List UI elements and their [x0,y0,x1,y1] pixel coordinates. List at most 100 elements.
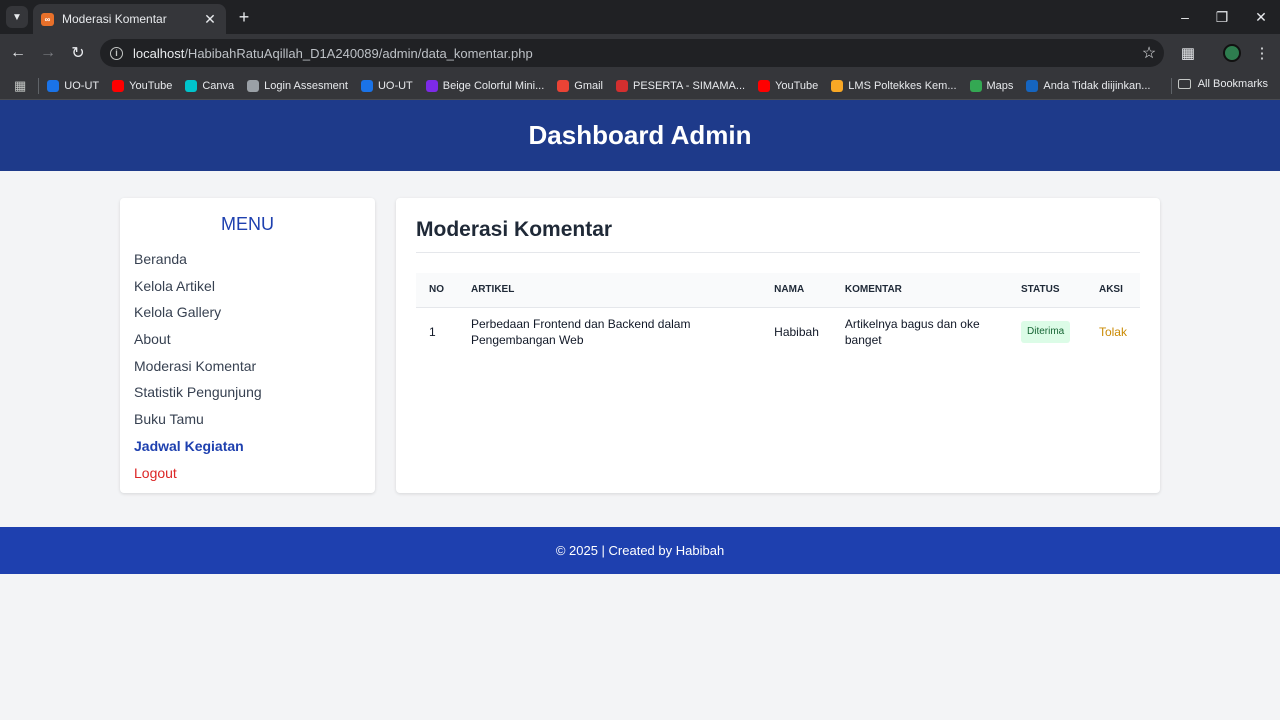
column-header-aksi: AKSI [1085,273,1140,308]
maps-icon [969,79,982,92]
menu-item-about[interactable]: About [134,328,361,355]
minimize-icon[interactable]: – [1173,6,1197,28]
main-content: Moderasi Komentar NO ARTIKEL NAMA KOMENTAR S… [396,198,1160,493]
nama-text: Habibah [774,324,819,339]
browser-menu-icon[interactable]: ⋮ [1251,42,1273,64]
tab-list-icon[interactable]: ▼ [6,6,28,28]
cell-no: 1 [416,307,458,356]
canva-icon [425,79,438,92]
menu-item-statistik-pengunjung[interactable]: Statistik Pengunjung [134,381,361,408]
bookmark-item[interactable]: Login Assesment [247,79,348,92]
restore-icon[interactable]: ❐ [1210,6,1234,28]
lms-icon [831,79,844,92]
menu-item-logout[interactable]: Logout [134,462,361,489]
browser-tab[interactable]: ∞ Moderasi Komentar ✕ [33,4,226,34]
menu-item-kelola-gallery[interactable]: Kelola Gallery [134,301,361,328]
address-bar[interactable]: i localhost/HabibahRatuAqillah_D1A240089… [100,39,1164,67]
bookmark-label: UO-UT [377,79,413,92]
ut-icon [360,79,373,92]
menu-title: MENU [221,214,274,234]
no-text: 1 [429,324,436,339]
apps-grid-icon[interactable]: ▦ [14,78,26,94]
bookmark-item[interactable]: PESERTA - SIMAMA... [616,79,746,92]
bookmark-label: LMS Poltekkes Kem... [848,79,957,92]
cell-komentar: Artikelnya bagus dan oke banget [832,307,1008,356]
menu-item-jadwal-kegiatan[interactable]: Jadwal Kegiatan [134,435,361,462]
bookmark-label: Gmail [574,79,603,92]
column-header-komentar: KOMENTAR [831,273,1008,308]
bookmark-label: Login Assesment [264,79,348,92]
site-header: Dashboard Admin [0,100,1280,171]
bookmark-item[interactable]: YouTube [758,79,818,92]
simama-icon [616,79,628,92]
youtube-icon [112,79,125,92]
column-header-status: STATUS [1008,273,1086,308]
bookmarks-bar: ▦ UO-UT YouTube Canva Login Assesment UO-UT B… [0,72,1280,100]
globe-icon [247,79,260,92]
bookmark-item[interactable]: Beige Colorful Mini... [425,79,545,92]
sidebar: MENU Beranda Kelola Artikel Kelola Gallery… [120,198,375,493]
all-bookmarks-button[interactable]: All Bookmarks [1177,78,1268,90]
browser-toolbar: ← → ↻ i localhost/HabibahRatuAqillah_D1A… [0,34,1280,72]
bookmark-label: Anda Tidak diijinkan... [1043,79,1151,92]
bookmarks-divider [38,77,40,94]
extensions-icon[interactable]: ▦ [1177,42,1199,64]
all-bookmarks-label: All Bookmarks [1197,78,1268,90]
bookmark-item[interactable]: UO-UT [47,79,100,92]
bookmark-item[interactable]: Gmail [557,79,603,92]
bookmark-item[interactable]: Anda Tidak diijinkan... [1026,79,1151,92]
bookmark-item[interactable]: Maps [969,79,1014,92]
site-info-icon[interactable]: i [110,46,123,60]
column-header-artikel: ARTIKEL [457,273,762,308]
cell-artikel: Perbedaan Frontend dan Backend dalam Pen… [458,307,761,356]
url-host: localhost [133,45,185,61]
cell-nama: Habibah [761,307,832,356]
page-title: Dashboard Admin [528,120,752,150]
table-body: 1 Perbedaan Frontend dan Backend dalam Pe… [416,307,1140,356]
reload-icon[interactable]: ↻ [67,42,89,64]
canva-icon [185,79,198,92]
profile-avatar[interactable] [1221,42,1243,64]
bookmark-label: Maps [986,79,1014,92]
menu-item-moderasi-komentar[interactable]: Moderasi Komentar [134,355,361,382]
bookmark-label: Beige Colorful Mini... [442,79,545,92]
youtube-icon [758,79,771,92]
comments-table: NO ARTIKEL NAMA KOMENTAR STATUS AKSI 1 Perbeda… [416,273,1140,356]
back-icon[interactable]: ← [7,42,29,64]
cell-status: Diterima [1008,307,1086,356]
xampp-favicon-icon: ∞ [41,12,54,26]
gmail-icon [557,79,570,92]
url-text[interactable]: localhost/HabibahRatuAqillah_D1A240089/a… [133,46,1134,61]
window-close-icon[interactable]: ✕ [1249,6,1273,28]
reject-link[interactable]: Tolak [1099,325,1127,339]
bookmark-label: Canva [202,79,235,92]
bookmark-star-icon[interactable]: ☆ [1134,43,1164,63]
tab-title: Moderasi Komentar [62,12,167,26]
new-tab-icon[interactable]: + [234,7,254,27]
bookmark-label: PESERTA - SIMAMA... [633,79,746,92]
url-path: /HabibahRatuAqillah_D1A240089/admin/data… [184,45,533,61]
close-tab-icon[interactable]: ✕ [202,11,218,28]
menu-item-beranda[interactable]: Beranda [134,248,361,275]
menu-list: Beranda Kelola Artikel Kelola Gallery About… [134,248,361,488]
footer-text: © 2025 | Created by Habibah [555,543,725,558]
site-footer: © 2025 | Created by Habibah [0,527,1280,574]
column-header-no: NO [416,273,458,308]
bookmark-item[interactable]: YouTube [112,79,172,92]
ut-icon [47,79,60,92]
menu-item-kelola-artikel[interactable]: Kelola Artikel [134,275,361,302]
bookmark-item[interactable]: LMS Poltekkes Kem... [831,79,957,92]
kemdikbud-icon [1026,79,1039,92]
menu-item-buku-tamu[interactable]: Buku Tamu [134,408,361,435]
komentar-text: Artikelnya bagus dan oke banget [844,316,980,347]
forward-icon[interactable]: → [37,42,59,64]
folder-icon [1177,79,1191,89]
bookmark-item[interactable]: Canva [185,79,235,92]
cell-aksi: Tolak [1086,307,1140,356]
table-header-row: NO ARTIKEL NAMA KOMENTAR STATUS AKSI [416,273,1140,308]
bookmark-item[interactable]: UO-UT [360,79,413,92]
page: Dashboard Admin MENU Beranda Kelola Artik… [0,100,1280,720]
all-bookmarks-divider [1171,78,1172,94]
status-badge: Diterima [1021,320,1071,343]
bookmark-label: UO-UT [64,79,100,92]
